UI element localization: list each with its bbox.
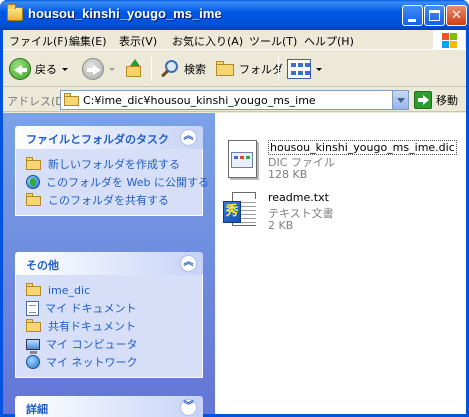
folder-icon <box>64 93 79 106</box>
panel-header[interactable]: ファイルとフォルダのタスク ︽ <box>15 126 203 149</box>
network-icon <box>26 355 40 369</box>
window-title: housou_kinshi_yougo_ms_ime <box>28 6 222 21</box>
up-folder-icon <box>124 59 144 79</box>
back-button[interactable]: 戻る <box>9 55 68 83</box>
task-new-folder[interactable]: 新しいフォルダを作成する <box>26 155 202 173</box>
panel-header[interactable]: その他 ︽ <box>15 252 203 275</box>
place-my-computer[interactable]: マイ コンピュータ <box>26 335 202 354</box>
toolbar-separator <box>278 57 279 81</box>
file-folder-tasks-panel: ファイルとフォルダのタスク ︽ 新しいフォルダを作成する このフォルダを Web… <box>15 126 209 216</box>
close-icon: ✕ <box>451 8 462 23</box>
menu-tools[interactable]: ツール(T) <box>249 33 297 49</box>
folder-icon <box>26 319 42 333</box>
menu-bar: ファイル(F) 編集(E) 表示(V) お気に入り(A) ツール(T) ヘルプ(… <box>3 30 466 50</box>
go-button[interactable]: 移動 <box>414 90 458 110</box>
task-label: このフォルダを Web に公開する <box>46 176 209 189</box>
task-pane: ファイルとフォルダのタスク ︽ 新しいフォルダを作成する このフォルダを Web… <box>3 113 215 417</box>
address-path: C:¥ime_dic¥housou_kinshi_yougo_ms_ime <box>83 94 316 107</box>
file-item[interactable]: 秀 readme.txt テキスト文書 2 KB <box>223 191 463 235</box>
window-body: ファイル(F) 編集(E) 表示(V) お気に入り(A) ツール(T) ヘルプ(… <box>3 30 466 417</box>
file-size: 128 KB <box>268 168 308 181</box>
toolbar-separator <box>151 57 152 81</box>
text-file-icon: 秀 <box>223 191 263 231</box>
panel-header[interactable]: 詳細 ︾ <box>15 396 203 417</box>
forward-arrow-icon <box>82 58 104 80</box>
folders-label: フォルダ <box>239 63 283 76</box>
go-arrow-icon <box>414 91 432 109</box>
place-my-documents[interactable]: マイ ドキュメント <box>26 299 202 317</box>
panel-title: 詳細 <box>26 403 48 416</box>
search-label: 検索 <box>184 63 206 76</box>
toolbar: 戻る 検索 フォルダ <box>3 51 466 87</box>
details-panel: 詳細 ︾ <box>15 396 203 417</box>
address-label: アドレス(D) <box>7 95 69 108</box>
documents-icon <box>26 300 39 316</box>
other-places-panel: その他 ︽ ime_dic マイ ドキュメント 共有ドキュメント マイ コンピュ… <box>15 252 203 378</box>
menu-edit[interactable]: 編集(E) <box>69 33 107 49</box>
collapse-chevron-icon[interactable]: ︽ <box>180 255 197 272</box>
search-button[interactable]: 検索 <box>160 55 206 83</box>
up-folder-button[interactable] <box>124 55 144 83</box>
dic-file-icon <box>223 140 263 180</box>
panel-title: その他 <box>26 259 59 272</box>
file-item[interactable]: housou_kinshi_yougo_ms_ime.dic DIC ファイル … <box>223 140 463 184</box>
folders-button[interactable]: フォルダ <box>215 55 283 83</box>
task-label: 新しいフォルダを作成する <box>48 158 180 171</box>
forward-button[interactable] <box>82 55 115 83</box>
task-publish-web[interactable]: このフォルダを Web に公開する <box>26 173 209 191</box>
computer-icon <box>26 338 40 354</box>
go-label: 移動 <box>436 94 458 107</box>
folder-icon <box>7 4 23 21</box>
place-my-network[interactable]: マイ ネットワーク <box>26 353 202 371</box>
search-icon <box>160 59 180 79</box>
place-ime-dic[interactable]: ime_dic <box>26 281 202 299</box>
file-name: readme.txt <box>268 191 329 204</box>
menu-favorites[interactable]: お気に入り(A) <box>172 33 243 49</box>
task-label: このフォルダを共有する <box>48 194 169 207</box>
address-dropdown-button[interactable] <box>392 91 408 109</box>
place-label: マイ ドキュメント <box>45 302 137 315</box>
file-name: housou_kinshi_yougo_ms_ime.dic <box>268 140 457 155</box>
panel-body: 新しいフォルダを作成する このフォルダを Web に公開する このフォルダを共有… <box>15 149 209 216</box>
explorer-window: housou_kinshi_yougo_ms_ime ✕ ファイル(F) 編集(… <box>0 0 469 417</box>
menu-view[interactable]: 表示(V) <box>119 33 157 49</box>
close-button[interactable]: ✕ <box>446 5 467 26</box>
place-shared-documents[interactable]: 共有ドキュメント <box>26 317 202 335</box>
chevron-down-icon <box>109 67 115 71</box>
collapse-chevron-icon[interactable]: ︽ <box>180 129 197 146</box>
views-button[interactable] <box>287 55 322 83</box>
place-label: ime_dic <box>48 283 91 297</box>
file-list: housou_kinshi_yougo_ms_ime.dic DIC ファイル … <box>215 113 466 414</box>
window-frame: ファイル(F) 編集(E) 表示(V) お気に入り(A) ツール(T) ヘルプ(… <box>0 30 469 417</box>
back-label: 戻る <box>35 63 57 76</box>
maximize-button[interactable] <box>424 5 445 26</box>
file-size: 2 KB <box>268 219 294 232</box>
views-icon <box>287 59 311 79</box>
expand-chevron-icon[interactable]: ︾ <box>180 399 197 416</box>
minimize-button[interactable] <box>402 5 423 26</box>
title-bar[interactable]: housou_kinshi_yougo_ms_ime ✕ <box>0 0 469 30</box>
address-input[interactable]: C:¥ime_dic¥housou_kinshi_yougo_ms_ime <box>60 90 409 110</box>
address-bar: アドレス(D) C:¥ime_dic¥housou_kinshi_yougo_m… <box>3 88 466 112</box>
windows-logo-icon <box>433 30 465 50</box>
chevron-down-icon <box>62 67 68 71</box>
globe-icon <box>26 175 40 189</box>
back-arrow-icon <box>9 58 31 80</box>
panel-body: ime_dic マイ ドキュメント 共有ドキュメント マイ コンピュータ マイ … <box>15 275 203 378</box>
chevron-down-icon <box>316 67 322 71</box>
minimize-icon <box>408 19 416 22</box>
folders-icon <box>215 60 235 78</box>
place-label: マイ ネットワーク <box>46 356 138 369</box>
place-label: マイ コンピュータ <box>46 338 138 351</box>
place-label: 共有ドキュメント <box>48 320 136 333</box>
panel-title: ファイルとフォルダのタスク <box>26 133 169 146</box>
maximize-icon <box>429 10 440 21</box>
share-folder-icon <box>26 193 42 207</box>
task-share-folder[interactable]: このフォルダを共有する <box>26 191 202 209</box>
folder-icon <box>26 283 42 297</box>
menu-help[interactable]: ヘルプ(H) <box>304 33 354 49</box>
new-folder-icon <box>26 157 42 171</box>
menu-file[interactable]: ファイル(F) <box>9 33 68 49</box>
